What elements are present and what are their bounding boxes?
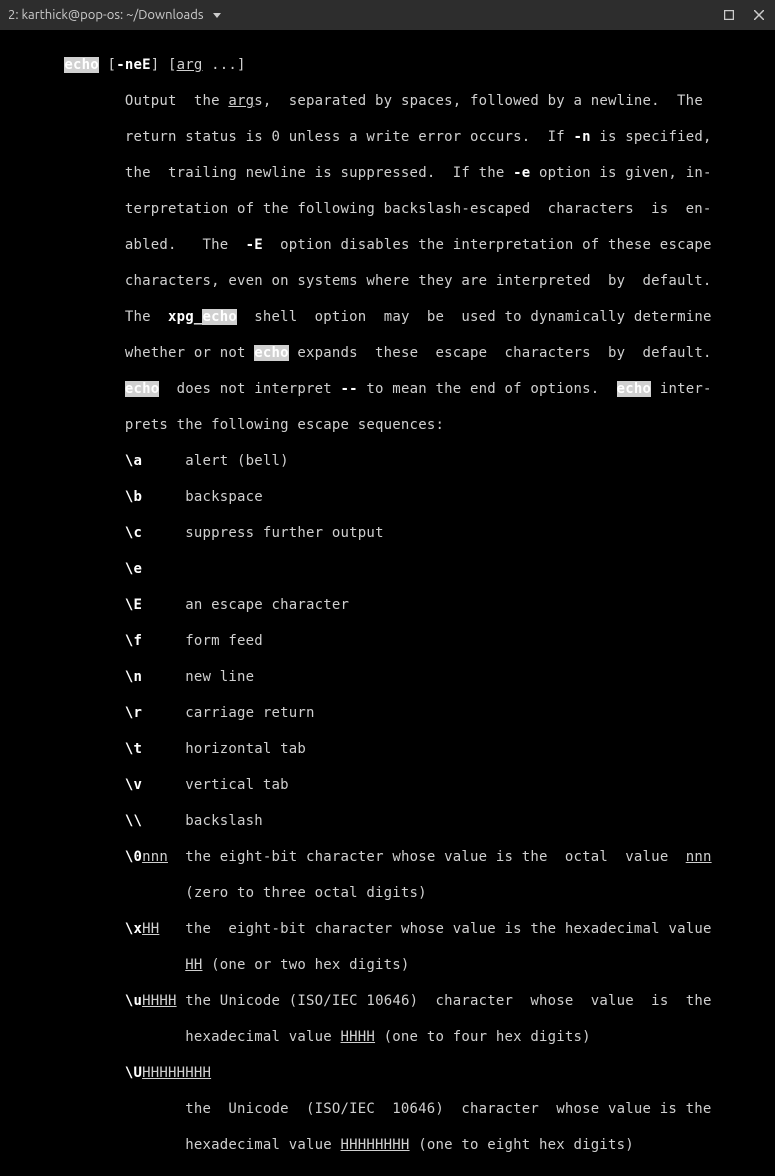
maximize-button[interactable] (721, 7, 737, 23)
desc-line-2: return status is 0 unless a write error … (4, 128, 771, 146)
titlebar-left: 2: karthick@pop-os: ~/Downloads (8, 7, 225, 23)
desc-line-8: whether or not echo expands these escape… (4, 344, 771, 362)
window-titlebar: 2: karthick@pop-os: ~/Downloads (0, 0, 775, 30)
esc-octal-2: (zero to three octal digits) (4, 884, 771, 902)
esc-octal: \0nnn the eight-bit character whose valu… (4, 848, 771, 866)
desc-line-6: characters, even on systems where they a… (4, 272, 771, 290)
esc-c: \c suppress further output (4, 524, 771, 542)
esc-a: \a alert (bell) (4, 452, 771, 470)
arg-placeholder: arg (177, 57, 203, 73)
esc-unicode-U: \UHHHHHHHH (4, 1064, 771, 1082)
esc-hex-2: HH (one or two hex digits) (4, 956, 771, 974)
esc-t: \t horizontal tab (4, 740, 771, 758)
esc-n: \n new line (4, 668, 771, 686)
echo-cmd: echo (64, 57, 99, 73)
dots: ...] (202, 57, 245, 73)
esc-hex: \xHH the eight-bit character whose value… (4, 920, 771, 938)
dropdown-icon[interactable] (209, 7, 225, 23)
esc-f: \f form feed (4, 632, 771, 650)
esc-unicode-u-2: hexadecimal value HHHH (one to four hex … (4, 1028, 771, 1046)
esc-r: \r carriage return (4, 704, 771, 722)
terminal-content[interactable]: echo [-neE] [arg ...] Output the args, s… (0, 30, 775, 1176)
desc-line-3: the trailing newline is suppressed. If t… (4, 164, 771, 182)
desc-line-4: terpretation of the following backslash-… (4, 200, 771, 218)
desc-line-5: abled. The -E option disables the interp… (4, 236, 771, 254)
esc-backslash: \\ backslash (4, 812, 771, 830)
esc-unicode-u: \uHHHH the Unicode (ISO/IEC 10646) chara… (4, 992, 771, 1010)
close-button[interactable] (751, 7, 767, 23)
desc-line-1: Output the args, separated by spaces, fo… (4, 92, 771, 110)
esc-e: \e (4, 560, 771, 578)
esc-E: \E an escape character (4, 596, 771, 614)
desc-line-7: The xpg_echo shell option may be used to… (4, 308, 771, 326)
esc-unicode-U-2: the Unicode (ISO/IEC 10646) character wh… (4, 1100, 771, 1118)
titlebar-right (721, 7, 767, 23)
esc-unicode-U-3: hexadecimal value HHHHHHHH (one to eight… (4, 1136, 771, 1154)
synopsis-line: echo [-neE] [arg ...] (4, 56, 771, 74)
esc-b: \b backspace (4, 488, 771, 506)
neE-flag: -neE (116, 57, 151, 73)
desc-line-9: echo does not interpret -- to mean the e… (4, 380, 771, 398)
window-title: 2: karthick@pop-os: ~/Downloads (8, 8, 203, 22)
esc-v: \v vertical tab (4, 776, 771, 794)
desc-line-10: prets the following escape sequences: (4, 416, 771, 434)
